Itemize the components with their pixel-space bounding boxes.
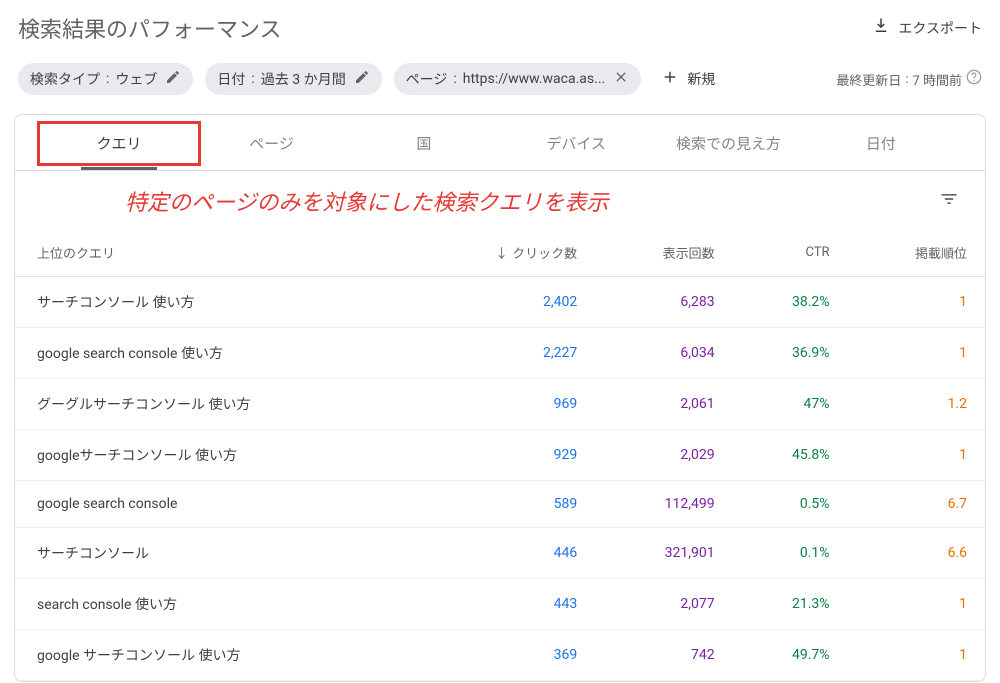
chip-date[interactable]: 日付: 過去 3 か月間 bbox=[205, 63, 381, 95]
annotation-text: 特定のページのみを対象にした検索クエリを表示 bbox=[125, 185, 609, 217]
tab-label: 国 bbox=[416, 135, 431, 153]
tab-query[interactable]: クエリ bbox=[43, 115, 195, 170]
cell-clicks: 2,227 bbox=[411, 328, 595, 379]
cell-clicks: 929 bbox=[411, 430, 595, 481]
chip-label: ページ bbox=[406, 69, 448, 89]
cell-impressions: 2,029 bbox=[595, 430, 732, 481]
export-button[interactable]: エクスポート bbox=[872, 17, 982, 39]
cell-ctr: 49.7% bbox=[733, 630, 848, 681]
new-label: 新規 bbox=[687, 69, 715, 89]
cell-impressions: 742 bbox=[595, 630, 732, 681]
cell-clicks: 443 bbox=[411, 579, 595, 630]
cell-impressions: 2,077 bbox=[595, 579, 732, 630]
table-row[interactable]: google search console589112,4990.5%6.7 bbox=[15, 481, 985, 528]
page-header: 検索結果のパフォーマンス エクスポート bbox=[12, 4, 988, 62]
close-icon[interactable] bbox=[613, 69, 629, 89]
cell-position: 1 bbox=[848, 430, 985, 481]
table-row[interactable]: サーチコンソール446321,9010.1%6.6 bbox=[15, 528, 985, 579]
col-header-position[interactable]: 掲載順位 bbox=[848, 229, 985, 277]
cell-clicks: 969 bbox=[411, 379, 595, 430]
tab-label: クエリ bbox=[97, 135, 142, 153]
last-updated-value: 7 時間前 bbox=[912, 70, 962, 89]
tab-pages[interactable]: ページ bbox=[195, 115, 347, 170]
cell-position: 6.7 bbox=[848, 481, 985, 528]
cell-position: 1 bbox=[848, 328, 985, 379]
data-tabs: クエリ ページ 国 デバイス 検索での見え方 日付 bbox=[15, 115, 985, 171]
cell-position: 1.2 bbox=[848, 379, 985, 430]
tab-devices[interactable]: デバイス bbox=[500, 115, 652, 170]
tab-label: 日付 bbox=[866, 135, 896, 153]
cell-position: 1 bbox=[848, 630, 985, 681]
chip-value: ウェブ bbox=[115, 69, 157, 89]
cell-ctr: 47% bbox=[733, 379, 848, 430]
table-row[interactable]: google サーチコンソール 使い方36974249.7%1 bbox=[15, 630, 985, 681]
sort-down-icon: ↓ bbox=[495, 247, 508, 262]
cell-clicks: 446 bbox=[411, 528, 595, 579]
cell-impressions: 321,901 bbox=[595, 528, 732, 579]
cell-ctr: 45.8% bbox=[733, 430, 848, 481]
cell-clicks: 589 bbox=[411, 481, 595, 528]
table-row[interactable]: サーチコンソール 使い方2,4026,28338.2%1 bbox=[15, 277, 985, 328]
plus-icon bbox=[661, 68, 679, 90]
cell-query: search console 使い方 bbox=[15, 579, 411, 630]
cell-impressions: 6,034 bbox=[595, 328, 732, 379]
table-row[interactable]: search console 使い方4432,07721.3%1 bbox=[15, 579, 985, 630]
last-updated: 最終更新日: 7 時間前 bbox=[836, 69, 982, 89]
filter-icon[interactable] bbox=[933, 183, 965, 219]
cell-position: 1 bbox=[848, 579, 985, 630]
cell-ctr: 36.9% bbox=[733, 328, 848, 379]
cell-query: google サーチコンソール 使い方 bbox=[15, 630, 411, 681]
chip-new[interactable]: 新規 bbox=[653, 62, 723, 96]
tab-dates[interactable]: 日付 bbox=[805, 115, 957, 170]
download-icon bbox=[872, 17, 890, 39]
chip-value: 過去 3 か月間 bbox=[261, 69, 346, 89]
pencil-icon bbox=[165, 69, 181, 89]
export-label: エクスポート bbox=[898, 18, 982, 38]
col-header-query[interactable]: 上位のクエリ bbox=[15, 229, 411, 277]
help-icon[interactable] bbox=[966, 69, 982, 89]
cell-ctr: 21.3% bbox=[733, 579, 848, 630]
last-updated-label: 最終更新日 bbox=[836, 70, 901, 89]
cell-clicks: 369 bbox=[411, 630, 595, 681]
tab-label: 検索での見え方 bbox=[676, 135, 781, 153]
pencil-icon bbox=[354, 69, 370, 89]
cell-impressions: 6,283 bbox=[595, 277, 732, 328]
cell-ctr: 0.5% bbox=[733, 481, 848, 528]
chip-search-type[interactable]: 検索タイプ: ウェブ bbox=[18, 63, 193, 95]
cell-ctr: 38.2% bbox=[733, 277, 848, 328]
table-row[interactable]: googleサーチコンソール 使い方9292,02945.8%1 bbox=[15, 430, 985, 481]
queries-table: 上位のクエリ ↓クリック数 表示回数 CTR 掲載順位 サーチコンソール 使い方… bbox=[15, 229, 985, 681]
tab-search-appearance[interactable]: 検索での見え方 bbox=[652, 115, 804, 170]
cell-query: google search console bbox=[15, 481, 411, 528]
cell-impressions: 2,061 bbox=[595, 379, 732, 430]
results-card: クエリ ページ 国 デバイス 検索での見え方 日付 特定のページのみを対象にした… bbox=[14, 114, 986, 682]
tab-countries[interactable]: 国 bbox=[348, 115, 500, 170]
page-title: 検索結果のパフォーマンス bbox=[18, 12, 282, 44]
chip-page[interactable]: ページ: https://www.waca.as... bbox=[394, 63, 642, 95]
annotation-row: 特定のページのみを対象にした検索クエリを表示 bbox=[15, 171, 985, 229]
cell-query: googleサーチコンソール 使い方 bbox=[15, 430, 411, 481]
cell-query: グーグルサーチコンソール 使い方 bbox=[15, 379, 411, 430]
col-header-clicks[interactable]: ↓クリック数 bbox=[411, 229, 595, 277]
cell-position: 1 bbox=[848, 277, 985, 328]
col-header-ctr[interactable]: CTR bbox=[733, 229, 848, 277]
chip-label: 検索タイプ bbox=[30, 69, 100, 89]
filter-bar: 検索タイプ: ウェブ 日付: 過去 3 か月間 ページ: https://www… bbox=[12, 62, 988, 114]
chip-label: 日付 bbox=[217, 69, 245, 89]
cell-query: google search console 使い方 bbox=[15, 328, 411, 379]
table-row[interactable]: グーグルサーチコンソール 使い方9692,06147%1.2 bbox=[15, 379, 985, 430]
cell-query: サーチコンソール bbox=[15, 528, 411, 579]
table-row[interactable]: google search console 使い方2,2276,03436.9%… bbox=[15, 328, 985, 379]
cell-ctr: 0.1% bbox=[733, 528, 848, 579]
cell-impressions: 112,499 bbox=[595, 481, 732, 528]
tab-label: デバイス bbox=[546, 135, 606, 153]
col-header-impressions[interactable]: 表示回数 bbox=[595, 229, 732, 277]
tab-label: ページ bbox=[249, 135, 294, 153]
cell-clicks: 2,402 bbox=[411, 277, 595, 328]
cell-query: サーチコンソール 使い方 bbox=[15, 277, 411, 328]
cell-position: 6.6 bbox=[848, 528, 985, 579]
chip-value: https://www.waca.as... bbox=[463, 71, 605, 87]
